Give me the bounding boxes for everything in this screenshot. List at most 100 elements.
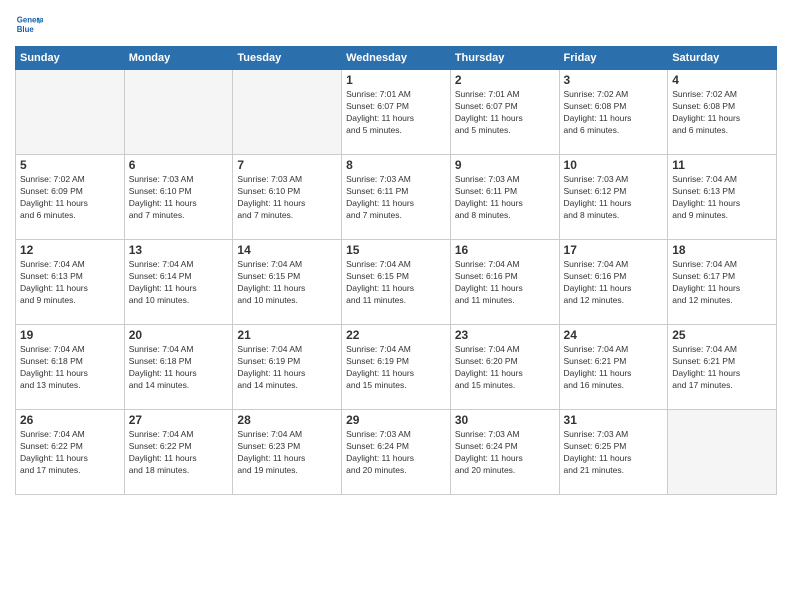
day-number: 23 [455, 328, 555, 342]
calendar-cell: 2 Sunrise: 7:01 AM Sunset: 6:07 PM Daylig… [450, 70, 559, 155]
day-number: 26 [20, 413, 120, 427]
day-info: Sunrise: 7:01 AM Sunset: 6:07 PM Dayligh… [346, 89, 446, 137]
day-info: Sunrise: 7:03 AM Sunset: 6:11 PM Dayligh… [455, 174, 555, 222]
day-info: Sunrise: 7:04 AM Sunset: 6:13 PM Dayligh… [672, 174, 772, 222]
calendar-cell: 11 Sunrise: 7:04 AM Sunset: 6:13 PM Dayli… [668, 155, 777, 240]
day-info: Sunrise: 7:03 AM Sunset: 6:24 PM Dayligh… [455, 429, 555, 477]
week-row-3: 19 Sunrise: 7:04 AM Sunset: 6:18 PM Dayli… [16, 325, 777, 410]
week-row-4: 26 Sunrise: 7:04 AM Sunset: 6:22 PM Dayli… [16, 410, 777, 495]
calendar-cell: 21Sunrise: 7:04 AM Sunset: 6:19 PM Dayli… [233, 325, 342, 410]
calendar-cell [668, 410, 777, 495]
calendar-table: SundayMondayTuesdayWednesdayThursdayFrid… [15, 46, 777, 495]
day-number: 7 [237, 158, 337, 172]
calendar-cell: 7 Sunrise: 7:03 AM Sunset: 6:10 PM Daylig… [233, 155, 342, 240]
calendar-cell: 29 Sunrise: 7:03 AM Sunset: 6:24 PM Dayli… [342, 410, 451, 495]
calendar-cell: 13Sunrise: 7:04 AM Sunset: 6:14 PM Dayli… [124, 240, 233, 325]
day-number: 29 [346, 413, 446, 427]
day-number: 18 [672, 243, 772, 257]
day-info: Sunrise: 7:04 AM Sunset: 6:21 PM Dayligh… [564, 344, 664, 392]
day-info: Sunrise: 7:04 AM Sunset: 6:16 PM Dayligh… [455, 259, 555, 307]
day-number: 27 [129, 413, 229, 427]
day-info: Sunrise: 7:03 AM Sunset: 6:12 PM Dayligh… [564, 174, 664, 222]
day-number: 2 [455, 73, 555, 87]
calendar-cell: 6 Sunrise: 7:03 AM Sunset: 6:10 PM Daylig… [124, 155, 233, 240]
day-info: Sunrise: 7:03 AM Sunset: 6:25 PM Dayligh… [564, 429, 664, 477]
calendar-cell: 22 Sunrise: 7:04 AM Sunset: 6:19 PM Dayli… [342, 325, 451, 410]
day-number: 1 [346, 73, 446, 87]
weekday-header-sunday: Sunday [16, 47, 125, 70]
day-info: Sunrise: 7:04 AM Sunset: 6:15 PM Dayligh… [346, 259, 446, 307]
day-number: 11 [672, 158, 772, 172]
calendar-cell: 19 Sunrise: 7:04 AM Sunset: 6:18 PM Dayli… [16, 325, 125, 410]
logo-icon: General Blue [15, 10, 43, 38]
day-number: 25 [672, 328, 772, 342]
header-area: General Blue [15, 10, 777, 38]
calendar-cell: 31Sunrise: 7:03 AM Sunset: 6:25 PM Dayli… [559, 410, 668, 495]
day-number: 5 [20, 158, 120, 172]
day-info: Sunrise: 7:04 AM Sunset: 6:19 PM Dayligh… [237, 344, 337, 392]
calendar-cell: 12 Sunrise: 7:04 AM Sunset: 6:13 PM Dayli… [16, 240, 125, 325]
calendar-cell: 1 Sunrise: 7:01 AM Sunset: 6:07 PM Daylig… [342, 70, 451, 155]
day-number: 22 [346, 328, 446, 342]
day-info: Sunrise: 7:01 AM Sunset: 6:07 PM Dayligh… [455, 89, 555, 137]
day-number: 16 [455, 243, 555, 257]
calendar-cell: 16 Sunrise: 7:04 AM Sunset: 6:16 PM Dayli… [450, 240, 559, 325]
day-info: Sunrise: 7:04 AM Sunset: 6:20 PM Dayligh… [455, 344, 555, 392]
calendar-cell: 20Sunrise: 7:04 AM Sunset: 6:18 PM Dayli… [124, 325, 233, 410]
day-number: 4 [672, 73, 772, 87]
calendar-cell: 3Sunrise: 7:02 AM Sunset: 6:08 PM Daylig… [559, 70, 668, 155]
logo: General Blue [15, 10, 47, 38]
day-info: Sunrise: 7:03 AM Sunset: 6:10 PM Dayligh… [129, 174, 229, 222]
day-info: Sunrise: 7:03 AM Sunset: 6:11 PM Dayligh… [346, 174, 446, 222]
day-info: Sunrise: 7:03 AM Sunset: 6:10 PM Dayligh… [237, 174, 337, 222]
week-row-0: 1 Sunrise: 7:01 AM Sunset: 6:07 PM Daylig… [16, 70, 777, 155]
calendar-cell: 14 Sunrise: 7:04 AM Sunset: 6:15 PM Dayli… [233, 240, 342, 325]
weekday-header-saturday: Saturday [668, 47, 777, 70]
day-info: Sunrise: 7:04 AM Sunset: 6:19 PM Dayligh… [346, 344, 446, 392]
day-number: 14 [237, 243, 337, 257]
day-number: 30 [455, 413, 555, 427]
day-number: 19 [20, 328, 120, 342]
day-info: Sunrise: 7:04 AM Sunset: 6:21 PM Dayligh… [672, 344, 772, 392]
calendar-cell: 5Sunrise: 7:02 AM Sunset: 6:09 PM Daylig… [16, 155, 125, 240]
day-info: Sunrise: 7:04 AM Sunset: 6:14 PM Dayligh… [129, 259, 229, 307]
weekday-header-monday: Monday [124, 47, 233, 70]
calendar-cell: 10Sunrise: 7:03 AM Sunset: 6:12 PM Dayli… [559, 155, 668, 240]
calendar-cell [16, 70, 125, 155]
weekday-header-friday: Friday [559, 47, 668, 70]
calendar-cell: 25 Sunrise: 7:04 AM Sunset: 6:21 PM Dayli… [668, 325, 777, 410]
day-info: Sunrise: 7:04 AM Sunset: 6:18 PM Dayligh… [20, 344, 120, 392]
calendar-cell: 24 Sunrise: 7:04 AM Sunset: 6:21 PM Dayli… [559, 325, 668, 410]
day-info: Sunrise: 7:03 AM Sunset: 6:24 PM Dayligh… [346, 429, 446, 477]
day-number: 9 [455, 158, 555, 172]
weekday-header-row: SundayMondayTuesdayWednesdayThursdayFrid… [16, 47, 777, 70]
day-number: 24 [564, 328, 664, 342]
day-info: Sunrise: 7:04 AM Sunset: 6:22 PM Dayligh… [129, 429, 229, 477]
calendar-cell: 28Sunrise: 7:04 AM Sunset: 6:23 PM Dayli… [233, 410, 342, 495]
calendar-cell: 23 Sunrise: 7:04 AM Sunset: 6:20 PM Dayli… [450, 325, 559, 410]
weekday-header-tuesday: Tuesday [233, 47, 342, 70]
calendar-cell [233, 70, 342, 155]
calendar-page: General Blue SundayMondayTuesdayWednesda… [0, 0, 792, 612]
day-info: Sunrise: 7:02 AM Sunset: 6:08 PM Dayligh… [672, 89, 772, 137]
calendar-cell: 15 Sunrise: 7:04 AM Sunset: 6:15 PM Dayli… [342, 240, 451, 325]
day-info: Sunrise: 7:04 AM Sunset: 6:23 PM Dayligh… [237, 429, 337, 477]
day-number: 17 [564, 243, 664, 257]
calendar-cell: 9 Sunrise: 7:03 AM Sunset: 6:11 PM Daylig… [450, 155, 559, 240]
day-number: 20 [129, 328, 229, 342]
day-number: 8 [346, 158, 446, 172]
day-info: Sunrise: 7:04 AM Sunset: 6:15 PM Dayligh… [237, 259, 337, 307]
weekday-header-thursday: Thursday [450, 47, 559, 70]
calendar-cell: 27 Sunrise: 7:04 AM Sunset: 6:22 PM Dayli… [124, 410, 233, 495]
day-number: 6 [129, 158, 229, 172]
calendar-cell: 4 Sunrise: 7:02 AM Sunset: 6:08 PM Daylig… [668, 70, 777, 155]
calendar-cell: 18Sunrise: 7:04 AM Sunset: 6:17 PM Dayli… [668, 240, 777, 325]
day-number: 12 [20, 243, 120, 257]
day-info: Sunrise: 7:02 AM Sunset: 6:08 PM Dayligh… [564, 89, 664, 137]
calendar-cell: 30 Sunrise: 7:03 AM Sunset: 6:24 PM Dayli… [450, 410, 559, 495]
calendar-cell [124, 70, 233, 155]
day-number: 15 [346, 243, 446, 257]
svg-text:Blue: Blue [17, 25, 35, 34]
week-row-1: 5Sunrise: 7:02 AM Sunset: 6:09 PM Daylig… [16, 155, 777, 240]
day-info: Sunrise: 7:04 AM Sunset: 6:13 PM Dayligh… [20, 259, 120, 307]
